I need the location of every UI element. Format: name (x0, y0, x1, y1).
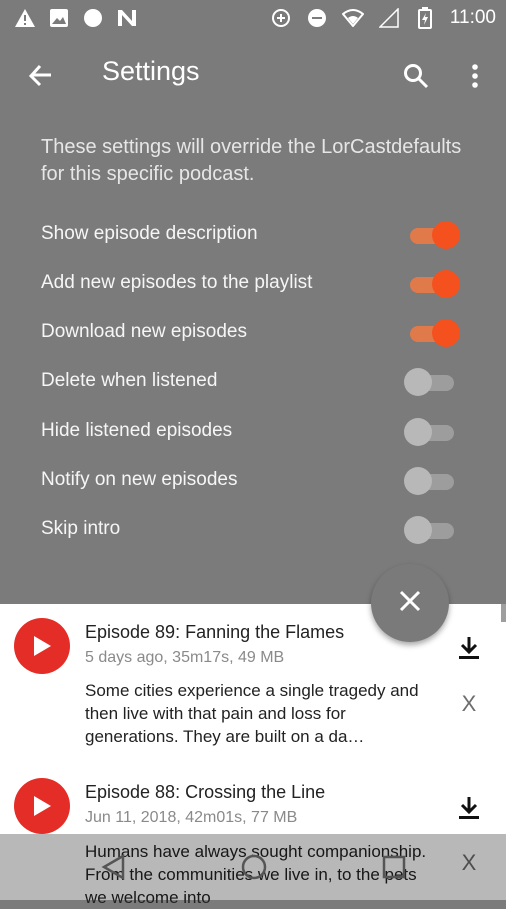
setting-notify-new-episodes[interactable]: Notify on new episodes (0, 461, 506, 501)
close-fab-button[interactable] (371, 564, 449, 642)
image-icon (48, 7, 70, 29)
more-options-icon[interactable] (460, 58, 490, 94)
wifi-icon (341, 7, 364, 29)
do-not-disturb-icon (306, 7, 328, 29)
settings-description: These settings will override the LorCast… (41, 136, 462, 185)
setting-label: Show episode description (41, 223, 258, 244)
nav-recents-icon[interactable] (377, 850, 411, 884)
download-icon[interactable] (455, 634, 483, 662)
app-bar: Settings (0, 36, 506, 114)
page-title: Settings (102, 56, 200, 86)
setting-label: Download new episodes (41, 321, 247, 342)
episode-meta: 5 days ago, 35m17s, 49 MB (85, 649, 285, 666)
toggle-switch[interactable] (404, 270, 460, 298)
setting-show-episode-description[interactable]: Show episode description (0, 215, 506, 255)
download-icon[interactable] (455, 794, 483, 822)
podcast-logo (14, 778, 70, 834)
episode-title: Episode 88: Crossing the Line (85, 782, 326, 802)
status-time: 11:00 (449, 7, 496, 28)
nav-back-icon[interactable] (96, 850, 130, 884)
data-saver-icon (270, 7, 292, 29)
signal-icon (378, 7, 400, 29)
dismiss-button[interactable]: X (456, 691, 482, 717)
setting-label: Hide listened episodes (41, 420, 233, 441)
setting-label: Skip intro (41, 518, 121, 539)
episode-meta: Jun 11, 2018, 42m01s, 77 MB (85, 809, 298, 826)
toggle-switch[interactable] (404, 467, 460, 495)
warning-icon (14, 7, 36, 29)
episode-description: Some cities experience a single tragedy … (85, 681, 419, 746)
setting-skip-intro[interactable]: Skip intro (0, 510, 506, 550)
back-arrow-icon[interactable] (22, 58, 58, 94)
setting-delete-when-listened[interactable]: Delete when listened (0, 362, 506, 402)
search-icon[interactable] (398, 58, 434, 94)
setting-hide-listened-episodes[interactable]: Hide listened episodes (0, 412, 506, 452)
setting-label: Notify on new episodes (41, 469, 238, 490)
toggle-switch[interactable] (404, 319, 460, 347)
setting-add-to-playlist[interactable]: Add new episodes to the playlist (0, 264, 506, 304)
circle-icon (82, 7, 104, 29)
podcast-logo (14, 618, 70, 674)
nav-home-icon[interactable] (237, 850, 271, 884)
battery-charging-icon (414, 7, 436, 29)
toggle-switch[interactable] (404, 418, 460, 446)
system-nav-bar (0, 834, 506, 900)
toggle-switch[interactable] (404, 516, 460, 544)
close-icon (399, 590, 421, 617)
n-icon (116, 7, 138, 29)
scrollbar[interactable] (501, 604, 506, 622)
toggle-switch[interactable] (404, 368, 460, 396)
status-bar: 11:00 (0, 0, 506, 36)
episode-title: Episode 89: Fanning the Flames (85, 622, 345, 642)
setting-label: Add new episodes to the playlist (41, 272, 313, 293)
setting-download-new-episodes[interactable]: Download new episodes (0, 313, 506, 353)
setting-label: Delete when listened (41, 370, 218, 391)
toggle-switch[interactable] (404, 221, 460, 249)
